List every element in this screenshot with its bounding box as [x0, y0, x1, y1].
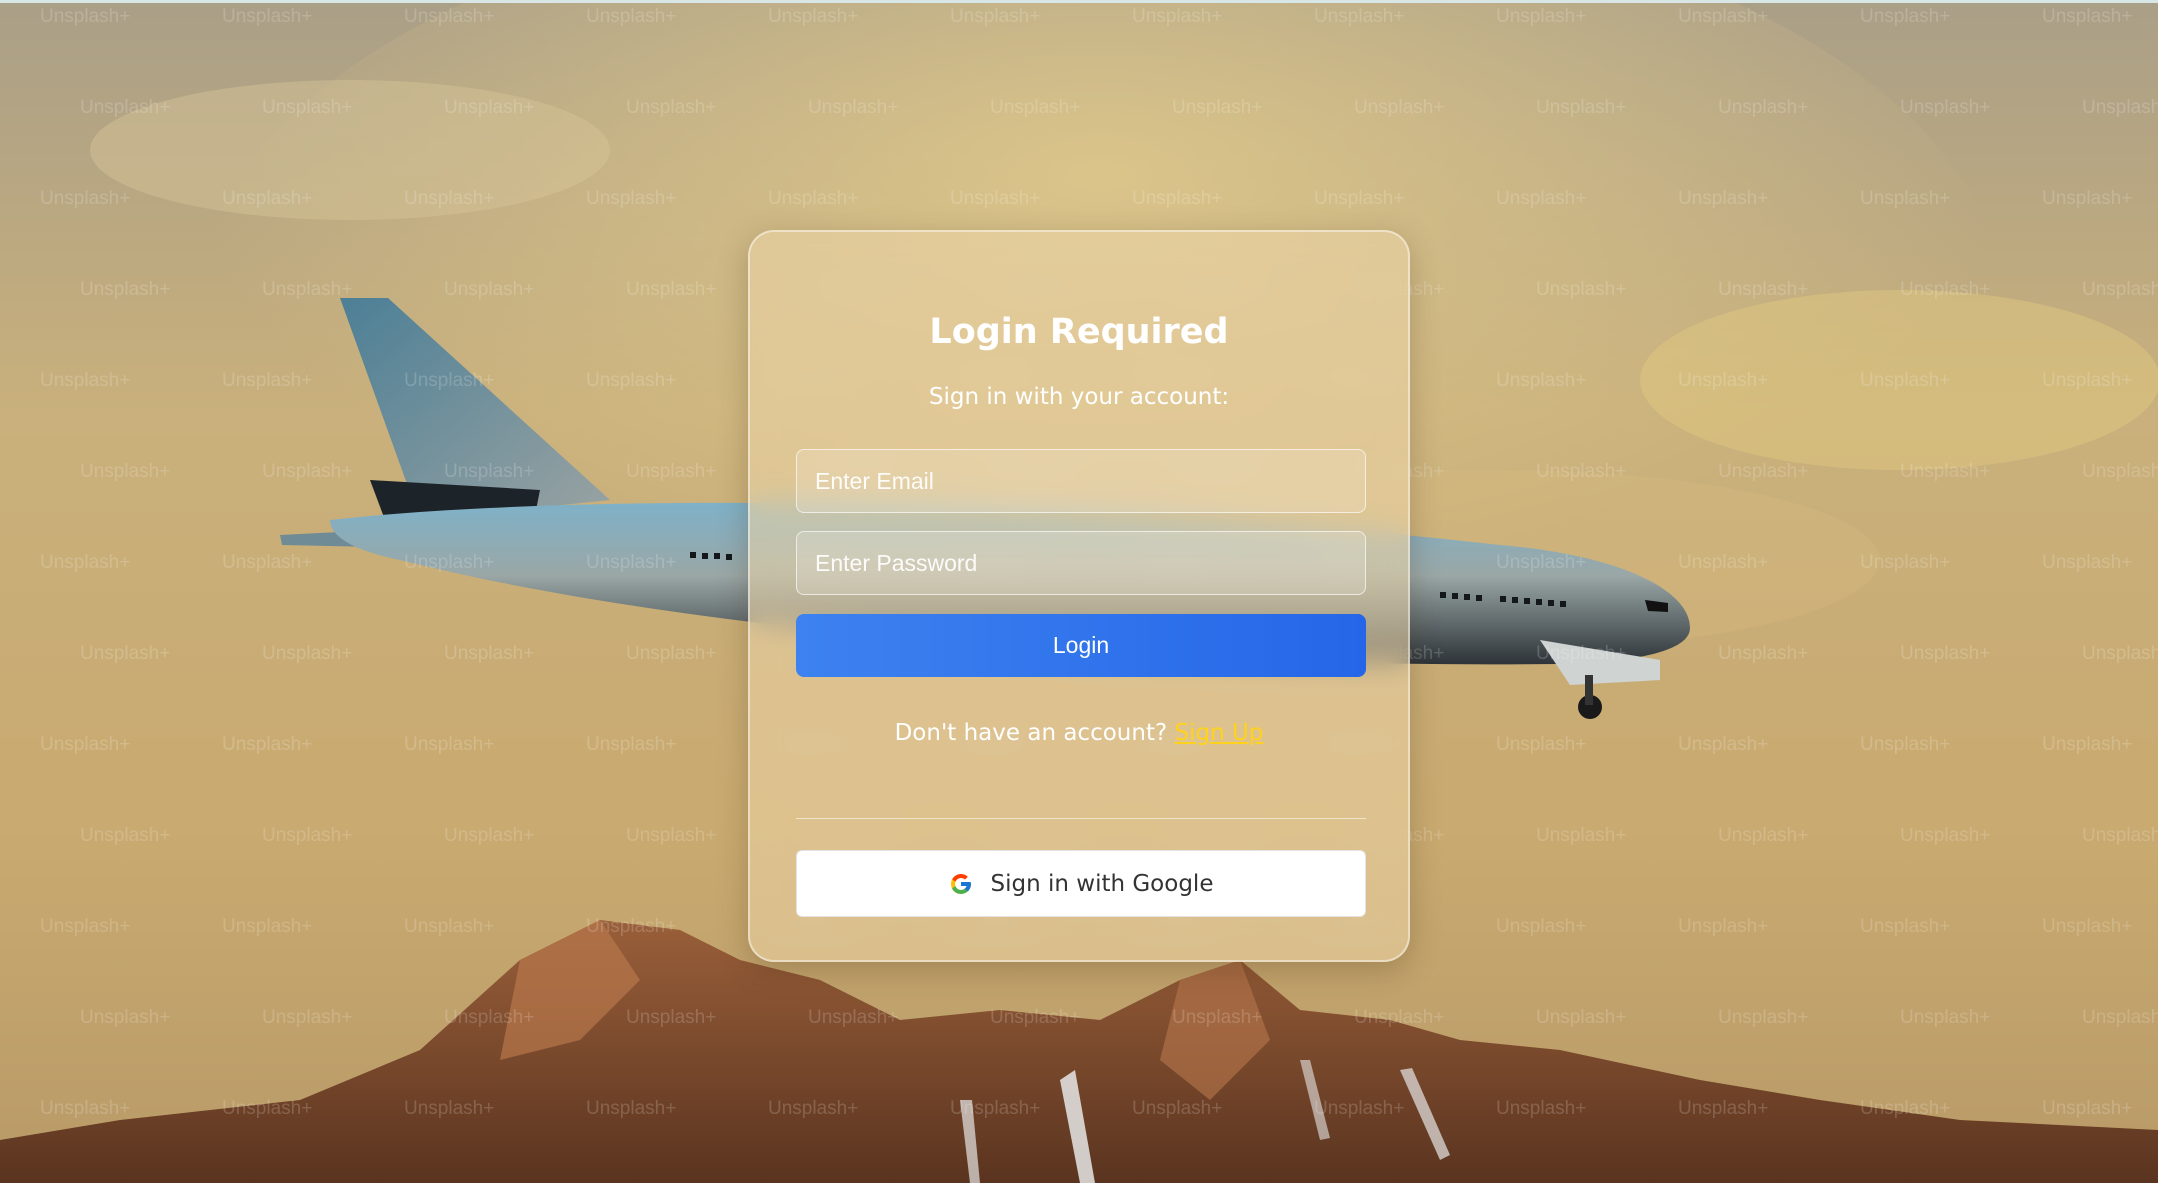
password-field[interactable] — [796, 531, 1366, 595]
divider — [796, 818, 1366, 819]
google-g-icon — [950, 873, 971, 894]
login-card: Login Required Sign in with your account… — [748, 230, 1410, 962]
signup-link[interactable]: Sign Up — [1174, 720, 1263, 746]
page-title: Login Required — [929, 312, 1229, 352]
login-button[interactable]: Login — [796, 614, 1366, 677]
top-border — [0, 0, 2158, 3]
google-signin-label: Sign in with Google — [990, 870, 1214, 897]
login-subtitle: Sign in with your account: — [928, 384, 1230, 410]
signup-prompt: Don't have an account? — [894, 720, 1168, 746]
signup-row: Don't have an account? Sign Up — [750, 720, 1408, 746]
email-field[interactable] — [796, 449, 1366, 513]
google-signin-button[interactable]: Sign in with Google — [796, 850, 1366, 917]
